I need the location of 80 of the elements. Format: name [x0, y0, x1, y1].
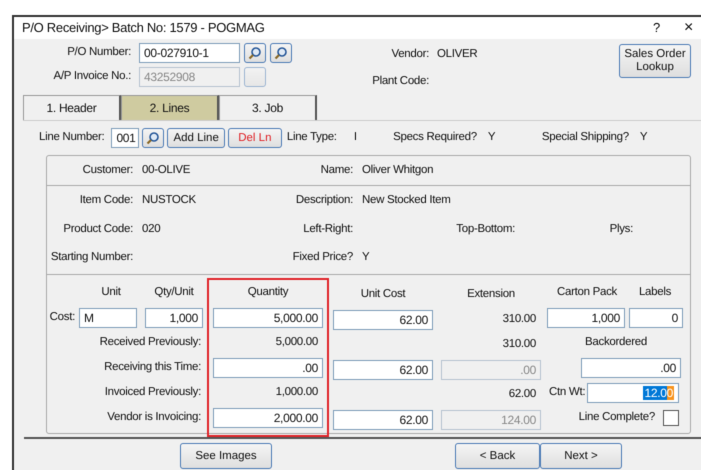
amount-value: 1,000.00	[276, 386, 318, 398]
field-value: Y	[486, 130, 496, 146]
field-label: Line Type:	[286, 130, 338, 146]
field-label: Customer:	[82, 163, 133, 178]
number-field[interactable]: 2,000.00	[213, 408, 323, 428]
field-label: Line Number:	[39, 130, 104, 146]
field-label: Specs Required?	[392, 130, 477, 146]
lookup-button[interactable]	[270, 43, 292, 63]
field-label: Backordered	[585, 334, 647, 350]
qty-unit-field[interactable]: 1,000	[145, 308, 203, 328]
field-value: Y	[361, 250, 370, 265]
field-label: Vendor is Invoicing:	[107, 410, 201, 425]
field-label: Fixed Price?	[292, 250, 353, 265]
field-value: 020	[141, 222, 160, 236]
po-number-field[interactable]: 00-027910-1	[139, 43, 240, 63]
field-label: Ctn Wt:	[549, 384, 586, 400]
number-field[interactable]: 62.00	[333, 310, 433, 330]
field-label: Top-Bottom:	[455, 222, 515, 236]
number-field[interactable]: 62.00	[333, 360, 433, 380]
field-label: Plys:	[608, 222, 633, 236]
field-value: New Stocked Item	[361, 193, 451, 208]
tab[interactable]: 2. Lines	[121, 95, 219, 120]
add-line-button[interactable]: Add Line	[167, 128, 225, 148]
amount-value: 310.00	[502, 338, 536, 350]
search-icon	[248, 46, 262, 60]
search-button[interactable]	[244, 43, 266, 63]
field-label: Cost:	[48, 310, 75, 325]
field-label: P/O Number:	[66, 45, 131, 60]
back-button[interactable]: < Back	[455, 443, 540, 469]
field-label: Product Code:	[62, 222, 133, 236]
field-label: A/P Invoice No.:	[52, 69, 131, 84]
field-label: Description:	[294, 193, 353, 208]
column-header: Unit	[100, 284, 122, 300]
number-field[interactable]: 62.00	[333, 410, 433, 430]
next-button[interactable]: Next >	[540, 443, 622, 469]
field-label: Starting Number:	[50, 250, 133, 265]
carton-pack-field[interactable]: 1,000	[547, 308, 625, 328]
line-number-field[interactable]: 001	[111, 128, 140, 148]
field-label: Invoiced Previously:	[104, 384, 201, 400]
sales-order-lookup-button[interactable]: Sales Order Lookup	[619, 44, 691, 78]
close-button[interactable]: ×	[684, 16, 693, 40]
field-label: Line Complete?	[578, 410, 655, 425]
field-label: Received Previously:	[100, 334, 201, 350]
field-label: Vendor:	[390, 47, 429, 62]
help-button[interactable]: ?	[653, 18, 660, 38]
field-value: 00-OLIVE	[141, 163, 190, 178]
column-header: Extension	[467, 286, 515, 302]
labels-field[interactable]: 0	[629, 308, 683, 328]
search-button[interactable]	[142, 128, 164, 148]
tab[interactable]: 3. Job	[219, 95, 317, 120]
column-header: Carton Pack	[556, 284, 618, 300]
field-label: Left-Right:	[302, 222, 353, 236]
field-value: Oliver Whitgon	[361, 163, 434, 178]
field-label: Item Code:	[78, 193, 133, 208]
field-label: Special Shipping?	[540, 130, 629, 146]
field-value: NUSTOCK	[141, 193, 196, 208]
column-header: Labels	[638, 284, 672, 300]
column-header: Qty/Unit	[153, 284, 195, 300]
search-icon	[146, 131, 160, 145]
amount-value: 5,000.00	[276, 336, 318, 348]
field-value: I	[352, 130, 358, 146]
amount-value: 62.00	[508, 388, 536, 400]
field-label: Plant Code:	[371, 74, 429, 90]
backordered-field[interactable]: .00	[581, 358, 681, 378]
column-header: Quantity	[248, 284, 288, 300]
vendor-value: OLIVER	[437, 47, 478, 62]
delete-line-button[interactable]: Del Ln	[228, 128, 282, 148]
field-label: Receiving this Time:	[104, 360, 201, 375]
tab[interactable]: 1. Header	[23, 95, 121, 120]
number-field[interactable]: .00	[213, 358, 323, 378]
field-value: Y	[638, 130, 648, 146]
search-icon	[274, 46, 288, 60]
amount-value: 310.00	[502, 312, 536, 325]
see-images-button[interactable]: See Images	[180, 443, 272, 469]
field-label: Name:	[320, 163, 353, 178]
number-field[interactable]: 5,000.00	[213, 308, 323, 328]
unit-field[interactable]: M	[79, 308, 137, 328]
window-title: P/O Receiving> Batch No: 1579 - POGMAG	[22, 19, 265, 38]
line-complete-checkbox[interactable]	[663, 410, 679, 426]
column-header: Unit Cost	[360, 286, 406, 302]
